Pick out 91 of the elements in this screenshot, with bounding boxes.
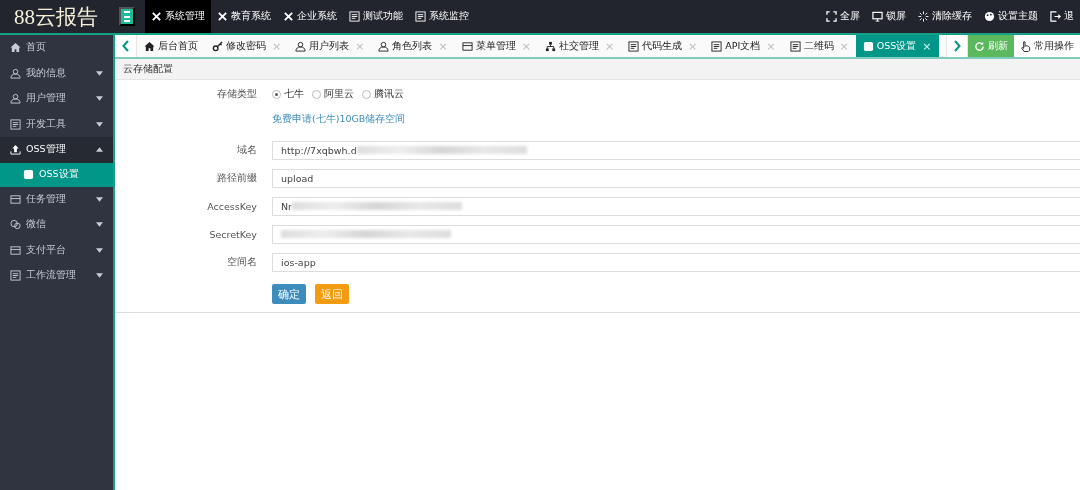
toolbar-action[interactable]: 设置主题 (978, 0, 1044, 33)
caret-down-icon (96, 121, 103, 127)
key-icon (212, 40, 223, 52)
person-icon (10, 93, 21, 105)
home-icon (144, 40, 155, 52)
home-icon (10, 42, 21, 54)
hand-icon (1020, 40, 1031, 52)
sidebar-subitem[interactable]: OSS设置 (0, 162, 113, 187)
field-label: 存储类型 (216, 87, 258, 101)
tab[interactable]: 代码生成 × (621, 35, 705, 57)
refresh-icon (974, 40, 985, 52)
card-icon (10, 244, 21, 256)
window-icon (10, 270, 21, 282)
confirm-button[interactable]: 确定 (272, 284, 306, 304)
tab[interactable]: 菜单管理 × (454, 35, 538, 57)
caret-down-icon (96, 222, 103, 228)
card-icon (10, 193, 21, 205)
window-icon (10, 118, 21, 130)
field-label: 空间名 (226, 255, 258, 269)
top-menu-item[interactable]: 教育系统 (211, 0, 277, 33)
sidebar-item[interactable]: OSS管理 (0, 137, 113, 163)
top-menu-item[interactable]: 测试功能 (343, 0, 409, 33)
upload-icon (10, 144, 21, 156)
logout-icon (1050, 11, 1061, 22)
chevron-right-icon (953, 40, 961, 52)
sidebar-item[interactable]: 微信 (0, 212, 113, 238)
app-logo: 88云报告 (13, 3, 99, 31)
sidebar-item[interactable]: 开发工具 (0, 111, 113, 137)
top-menu-item[interactable]: 系统监控 (409, 0, 475, 33)
window-icon (628, 40, 640, 52)
toolbar-action[interactable]: 清除缓存 (912, 0, 978, 33)
sidebar-item[interactable]: 我的信息 (0, 60, 113, 86)
sidebar-item[interactable]: 支付平台 (0, 237, 113, 263)
person-icon (295, 40, 307, 52)
tab[interactable]: 用户列表 × (288, 35, 372, 57)
tab[interactable]: 二维码 × (782, 35, 856, 57)
promo-link[interactable]: 免费申请(七牛)10GB储存空间 (272, 112, 406, 126)
input-field[interactable]: upload (272, 168, 1080, 188)
caret-up-icon (96, 147, 103, 153)
field-label: 路径前缀 (216, 171, 258, 185)
input-field[interactable]: ios-app (272, 252, 1080, 272)
field-label: 域名 (236, 143, 258, 157)
input-field[interactable]: Nr (272, 196, 1080, 216)
tab[interactable]: 后台首页 (137, 35, 205, 57)
radio-option[interactable]: 阿里云 (312, 87, 354, 101)
tab[interactable]: 社交管理 × (537, 35, 622, 57)
sidebar-item[interactable]: 任务管理 (0, 186, 113, 212)
top-menu-item[interactable]: 系统管理 (145, 0, 211, 33)
top-menu-item[interactable]: 企业系统 (277, 0, 343, 33)
toolbar-action[interactable]: 全屏 (820, 0, 866, 33)
sidebar-item[interactable]: 工作流管理 (0, 263, 113, 289)
person-icon (10, 67, 21, 79)
chevron-left-icon (121, 40, 130, 52)
org-chart-icon (544, 40, 556, 52)
caret-down-icon (96, 96, 103, 102)
caret-down-icon (96, 247, 103, 253)
window-icon (415, 11, 426, 22)
sidebar-item[interactable]: 首页 (0, 35, 113, 61)
field-label: SecretKey (208, 228, 258, 240)
toolbar-action[interactable]: 锁屏 (866, 0, 912, 33)
common-actions-button[interactable]: 常用操作 (1014, 35, 1080, 57)
card-icon (461, 40, 473, 52)
chat-icon (10, 219, 21, 231)
tab[interactable]: 角色列表 × (371, 35, 455, 57)
scroll-left-button[interactable] (115, 35, 137, 57)
panel-title: 云存储配置 (115, 59, 1080, 80)
caret-down-icon (96, 196, 103, 202)
scroll-right-button[interactable] (946, 35, 968, 57)
tab[interactable]: API文档 × (704, 35, 783, 57)
sidebar-item[interactable]: 用户管理 (0, 86, 113, 112)
window-icon (711, 40, 723, 52)
window-icon (789, 40, 801, 52)
radio-option[interactable]: 腾讯云 (362, 87, 404, 101)
tab[interactable]: OSS设置 × (855, 35, 939, 57)
toolbar-action[interactable]: 退 (1044, 0, 1080, 33)
caret-down-icon (96, 273, 103, 279)
tools-icon (217, 11, 228, 22)
person-icon (378, 40, 390, 52)
caret-down-icon (96, 70, 103, 76)
menu-toggle-button[interactable] (119, 7, 135, 26)
radio-option[interactable]: 七牛 (272, 87, 304, 101)
tools-icon (283, 11, 294, 22)
fullscreen-icon (826, 11, 837, 22)
input-field[interactable] (272, 224, 1080, 244)
input-field[interactable]: http://7xqbwh.d (272, 140, 1080, 160)
field-label: AccessKey (206, 200, 258, 212)
spinner-icon (918, 11, 929, 22)
tab[interactable]: 修改密码 × (205, 35, 289, 57)
tools-icon (151, 11, 162, 22)
monitor-icon (872, 11, 883, 22)
window-icon (349, 11, 360, 22)
